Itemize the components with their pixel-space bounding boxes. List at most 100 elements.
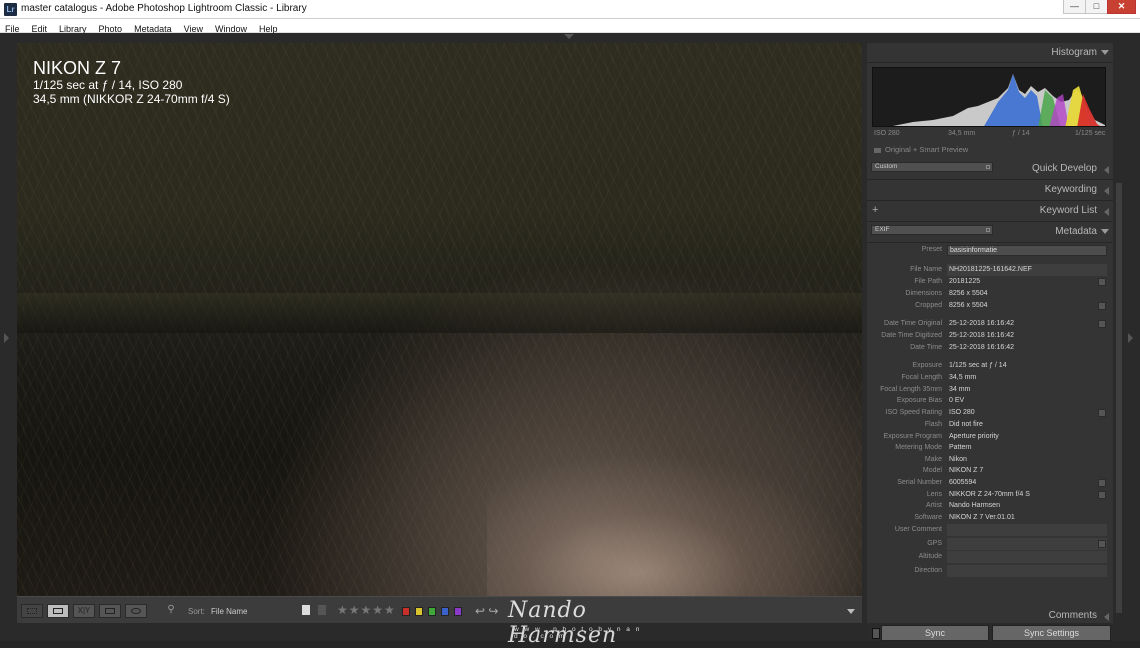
metadata-row-software: Software NIKON Z 7 Ver.01.01: [867, 512, 1113, 524]
keywording-panel-header[interactable]: Keywording: [867, 180, 1113, 201]
field-value: Did not fire: [949, 421, 983, 428]
add-keyword-icon[interactable]: +: [872, 204, 878, 216]
color-label-yellow[interactable]: [415, 607, 423, 616]
grid-icon: [27, 608, 37, 614]
pick-flag-icon[interactable]: [302, 605, 310, 615]
metadata-row-flash: Flash Did not fire: [867, 419, 1113, 431]
compare-view-button[interactable]: X|Y: [73, 604, 95, 618]
photo-reflection: [487, 453, 862, 596]
histogram-shutter: 1/125 sec: [1075, 130, 1106, 137]
user-comment-field[interactable]: [947, 524, 1107, 536]
sort-select[interactable]: File Name: [211, 607, 247, 616]
toolbar-content-dropdown-icon[interactable]: [847, 609, 855, 614]
histogram-iso: ISO 280: [874, 130, 900, 137]
field-label: Date Time Digitized: [881, 332, 942, 339]
comments-panel-header[interactable]: Comments: [867, 606, 1113, 623]
lightroom-app-icon: Lr: [4, 3, 17, 16]
reject-flag-icon[interactable]: [318, 605, 326, 615]
histogram[interactable]: [872, 67, 1106, 127]
map-icon[interactable]: [1098, 540, 1106, 548]
maximize-button[interactable]: □: [1085, 0, 1108, 14]
minimize-button[interactable]: —: [1063, 0, 1086, 14]
saved-preset-select[interactable]: Custom: [871, 162, 993, 172]
loupe-info-overlay: NIKON Z 7 1/125 sec at ƒ / 14, ISO 280 3…: [33, 58, 230, 106]
survey-view-button[interactable]: [99, 604, 121, 618]
quick-develop-panel-header[interactable]: Custom Quick Develop: [867, 159, 1113, 180]
crop-icon[interactable]: [1098, 302, 1106, 310]
histogram-aperture: ƒ / 14: [1012, 130, 1030, 137]
window-titlebar: Lr master catalogus - Adobe Photoshop Li…: [0, 0, 1140, 19]
altitude-field[interactable]: [947, 551, 1107, 563]
watermark-url: w w w . p h o t o b y n a n d o . c o m: [514, 626, 642, 640]
field-label: Date Time Original: [884, 320, 942, 327]
filter-iso-icon[interactable]: [1098, 409, 1106, 417]
close-button[interactable]: ✕: [1107, 0, 1136, 14]
filter-lens-icon[interactable]: [1098, 491, 1106, 499]
field-value: 6005594: [949, 479, 977, 486]
metadata-row-focal-length: Focal Length 34,5 mm: [867, 372, 1113, 384]
right-panel-scrollbar[interactable]: [1115, 43, 1123, 623]
field-label: Direction: [914, 567, 942, 574]
field-label: Altitude: [918, 553, 942, 560]
scrollbar-thumb[interactable]: [1116, 183, 1122, 613]
metadata-row-date-digitized: Date Time Digitized 25-12-2018 16:16:42: [867, 330, 1113, 342]
sync-button[interactable]: Sync: [881, 625, 989, 641]
library-module: NIKON Z 7 1/125 sec at ƒ / 14, ISO 280 3…: [0, 33, 1140, 641]
field-label: Serial Number: [897, 479, 942, 486]
keywording-title: Keywording: [1044, 184, 1097, 195]
field-value: ISO 280: [949, 409, 975, 416]
histogram-panel-header[interactable]: Histogram: [867, 43, 1113, 63]
field-value: 25-12-2018 16:16:42: [949, 344, 1014, 351]
right-panel-toggle-icon[interactable]: [1128, 333, 1133, 343]
metadata-row-altitude: Altitude: [867, 551, 1113, 563]
select-caret-icon: [986, 228, 990, 232]
go-to-folder-icon[interactable]: [1098, 278, 1106, 286]
color-label-green[interactable]: [428, 607, 436, 616]
edit-date-icon[interactable]: [1098, 320, 1106, 328]
metadata-row-file-path: File Path 20181225: [867, 276, 1113, 288]
spray-can-icon[interactable]: ⚲: [163, 604, 179, 618]
top-panel-toggle-icon[interactable]: [564, 34, 574, 39]
field-label: Exposure Bias: [896, 397, 942, 404]
field-label: Exposure: [912, 362, 942, 369]
auto-sync-toggle[interactable]: [872, 628, 880, 639]
metadata-panel-header[interactable]: EXIF Metadata: [867, 222, 1113, 243]
expand-arrow-icon: [1104, 613, 1109, 621]
direction-field[interactable]: [947, 565, 1107, 577]
field-value: 8256 x 5504: [949, 290, 988, 297]
grid-view-button[interactable]: [21, 604, 43, 618]
color-label-red[interactable]: [402, 607, 410, 616]
field-value[interactable]: NH20181225-161642.NEF: [947, 264, 1107, 276]
library-toolbar: X|Y ⚲ Sort: File Name ★★★★★ ↩ ↪: [17, 596, 862, 623]
left-panel-toggle-icon[interactable]: [4, 333, 9, 343]
keyword-list-panel-header[interactable]: + Keyword List: [867, 201, 1113, 222]
filter-serial-icon[interactable]: [1098, 479, 1106, 487]
field-label: Metering Mode: [895, 444, 942, 451]
gps-field[interactable]: [947, 538, 1107, 550]
field-label: Cropped: [915, 302, 942, 309]
rotate-buttons[interactable]: ↩ ↪: [475, 604, 498, 618]
color-label-purple[interactable]: [454, 607, 462, 616]
sync-settings-button[interactable]: Sync Settings: [992, 625, 1111, 641]
star-rating[interactable]: ★★★★★: [337, 603, 396, 617]
field-value: 1/125 sec at ƒ / 14: [949, 362, 1007, 369]
field-label: Artist: [926, 502, 942, 509]
loupe-photo[interactable]: NIKON Z 7 1/125 sec at ƒ / 14, ISO 280 3…: [17, 43, 862, 596]
expand-arrow-icon: [1104, 208, 1109, 216]
metadata-row-exposure-bias: Exposure Bias 0 EV: [867, 395, 1113, 407]
color-label-blue[interactable]: [441, 607, 449, 616]
right-panel: Histogram ISO 280 34,5 mm ƒ / 14 1/125 s…: [867, 43, 1113, 623]
preset-label: Preset: [921, 246, 942, 253]
field-label: Dimensions: [905, 290, 942, 297]
keyword-list-title: Keyword List: [1039, 205, 1097, 216]
collapse-arrow-icon: [1101, 50, 1109, 55]
histogram-title: Histogram: [1051, 47, 1097, 58]
field-value: Nando Harmsen: [949, 502, 1000, 509]
loupe-view-button[interactable]: [47, 604, 69, 618]
metadata-preset-select[interactable]: basisinformatie: [947, 245, 1107, 256]
field-value: 34,5 mm: [949, 374, 977, 381]
survey-icon: [105, 608, 115, 614]
metadata-view-select[interactable]: EXIF: [871, 225, 993, 235]
photographer-watermark: Nando Harmsen w w w . p h o t o b y n a …: [500, 598, 650, 648]
people-view-button[interactable]: [125, 604, 147, 618]
